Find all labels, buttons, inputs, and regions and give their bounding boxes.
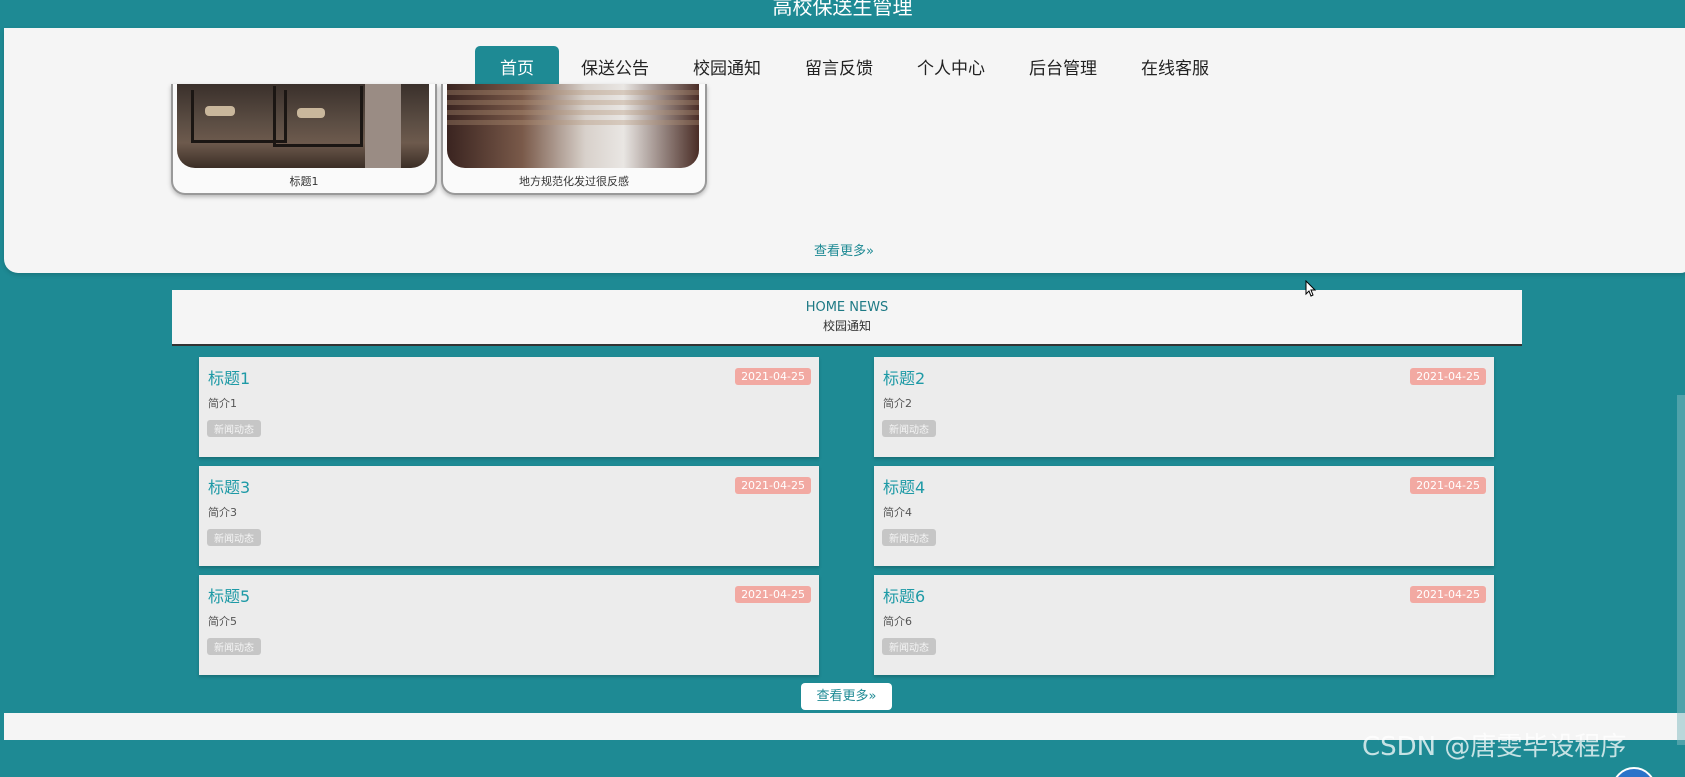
news-item[interactable]: 标题1 2021-04-25 简介1 新闻动态 — [199, 357, 819, 457]
news-item[interactable]: 标题4 2021-04-25 简介4 新闻动态 — [874, 466, 1494, 566]
nav-item-online-service[interactable]: 在线客服 — [1119, 46, 1231, 92]
view-more-button[interactable]: 查看更多» — [801, 683, 892, 710]
news-brief: 简介5 — [208, 615, 237, 628]
news-title[interactable]: 标题1 — [208, 365, 250, 389]
news-date-badge: 2021-04-25 — [1410, 368, 1486, 385]
news-item[interactable]: 标题6 2021-04-25 简介6 新闻动态 — [874, 575, 1494, 675]
site-title: 高校保送生管理 — [0, 0, 1685, 28]
card-caption: 地方规范化发过很反感 — [519, 175, 629, 188]
news-title[interactable]: 标题3 — [208, 474, 250, 498]
news-item[interactable]: 标题5 2021-04-25 简介5 新闻动态 — [199, 575, 819, 675]
news-tag: 新闻动态 — [207, 638, 261, 655]
news-tag: 新闻动态 — [207, 420, 261, 437]
news-date-badge: 2021-04-25 — [1410, 477, 1486, 494]
news-brief: 简介3 — [208, 506, 237, 519]
news-brief: 简介6 — [883, 615, 912, 628]
nav-item-profile[interactable]: 个人中心 — [895, 46, 1007, 92]
chat-icon[interactable] — [1612, 767, 1656, 777]
news-title[interactable]: 标题6 — [883, 583, 925, 607]
scrollbar[interactable] — [1677, 395, 1685, 745]
page: 高校保送生管理 首页 保送公告 校园通知 留言反馈 个人中心 后台管理 在线客服… — [0, 0, 1685, 777]
news-date-badge: 2021-04-25 — [735, 586, 811, 603]
news-tag: 新闻动态 — [882, 420, 936, 437]
mouse-cursor-icon — [1305, 280, 1317, 297]
news-section-header: HOME NEWS 校园通知 — [172, 290, 1522, 346]
csdn-watermark: CSDN @唐雯毕设程序 — [1362, 732, 1627, 762]
news-title[interactable]: 标题2 — [883, 365, 925, 389]
news-brief: 简介1 — [208, 397, 237, 410]
news-tag: 新闻动态 — [207, 529, 261, 546]
news-brief: 简介4 — [883, 506, 912, 519]
news-item[interactable]: 标题3 2021-04-25 简介3 新闻动态 — [199, 466, 819, 566]
news-brief: 简介2 — [883, 397, 912, 410]
photo-image — [447, 84, 699, 168]
news-header-en: HOME NEWS — [805, 300, 889, 315]
nav-item-feedback[interactable]: 留言反馈 — [783, 46, 895, 92]
news-date-badge: 2021-04-25 — [735, 368, 811, 385]
news-tag: 新闻动态 — [882, 529, 936, 546]
nav-item-admin[interactable]: 后台管理 — [1007, 46, 1119, 92]
card-caption: 标题1 — [289, 175, 319, 188]
news-title[interactable]: 标题4 — [883, 474, 925, 498]
dorm-room-image — [177, 84, 429, 168]
announcement-card[interactable]: 地方规范化发过很反感 — [441, 84, 707, 195]
news-date-badge: 2021-04-25 — [735, 477, 811, 494]
news-date-badge: 2021-04-25 — [1410, 586, 1486, 603]
news-item[interactable]: 标题2 2021-04-25 简介2 新闻动态 — [874, 357, 1494, 457]
news-title[interactable]: 标题5 — [208, 583, 250, 607]
view-more-link[interactable]: 查看更多» — [814, 240, 874, 259]
announcement-card[interactable]: 标题1 — [171, 84, 437, 195]
news-tag: 新闻动态 — [882, 638, 936, 655]
news-header-zh: 校园通知 — [822, 319, 871, 333]
